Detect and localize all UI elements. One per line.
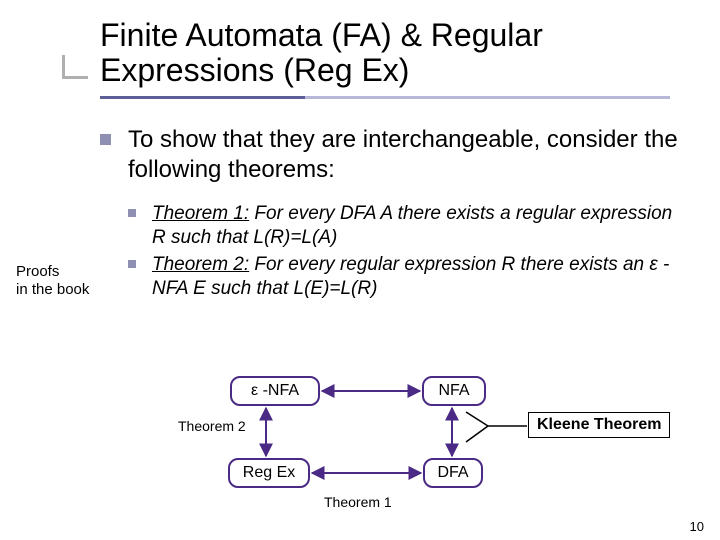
square-bullet-icon [128, 209, 136, 217]
theorem-2: Theorem 2: For every regular expression … [128, 253, 690, 302]
box-e-nfa: ε -NFA [230, 376, 320, 406]
label-theorem-2: Theorem 2 [178, 418, 246, 434]
bullet-level1: To show that they are interchangeable, c… [100, 125, 690, 184]
square-bullet-icon [128, 260, 136, 268]
title-ornament [62, 55, 88, 79]
square-bullet-icon [100, 134, 111, 145]
page-number: 10 [690, 519, 704, 534]
title-underline [100, 96, 670, 99]
theorem-2-label: Theorem 2: [152, 254, 249, 275]
box-regex: Reg Ex [228, 458, 310, 488]
label-theorem-1: Theorem 1 [324, 494, 392, 510]
equivalence-diagram: ε -NFA NFA Reg Ex DFA Theorem 2 Theorem … [0, 370, 720, 520]
proofs-side-label: Proofs in the book [16, 263, 100, 299]
theorem-1: Theorem 1: For every DFA A there exists … [128, 202, 690, 251]
slide-title: Finite Automata (FA) & Regular Expressio… [100, 18, 690, 88]
box-dfa: DFA [423, 458, 483, 488]
box-nfa: NFA [422, 376, 486, 406]
label-kleene-theorem: Kleene Theorem [528, 412, 670, 438]
bullet-level1-text: To show that they are interchangeable, c… [128, 126, 678, 182]
theorem-1-label: Theorem 1: [152, 203, 249, 224]
